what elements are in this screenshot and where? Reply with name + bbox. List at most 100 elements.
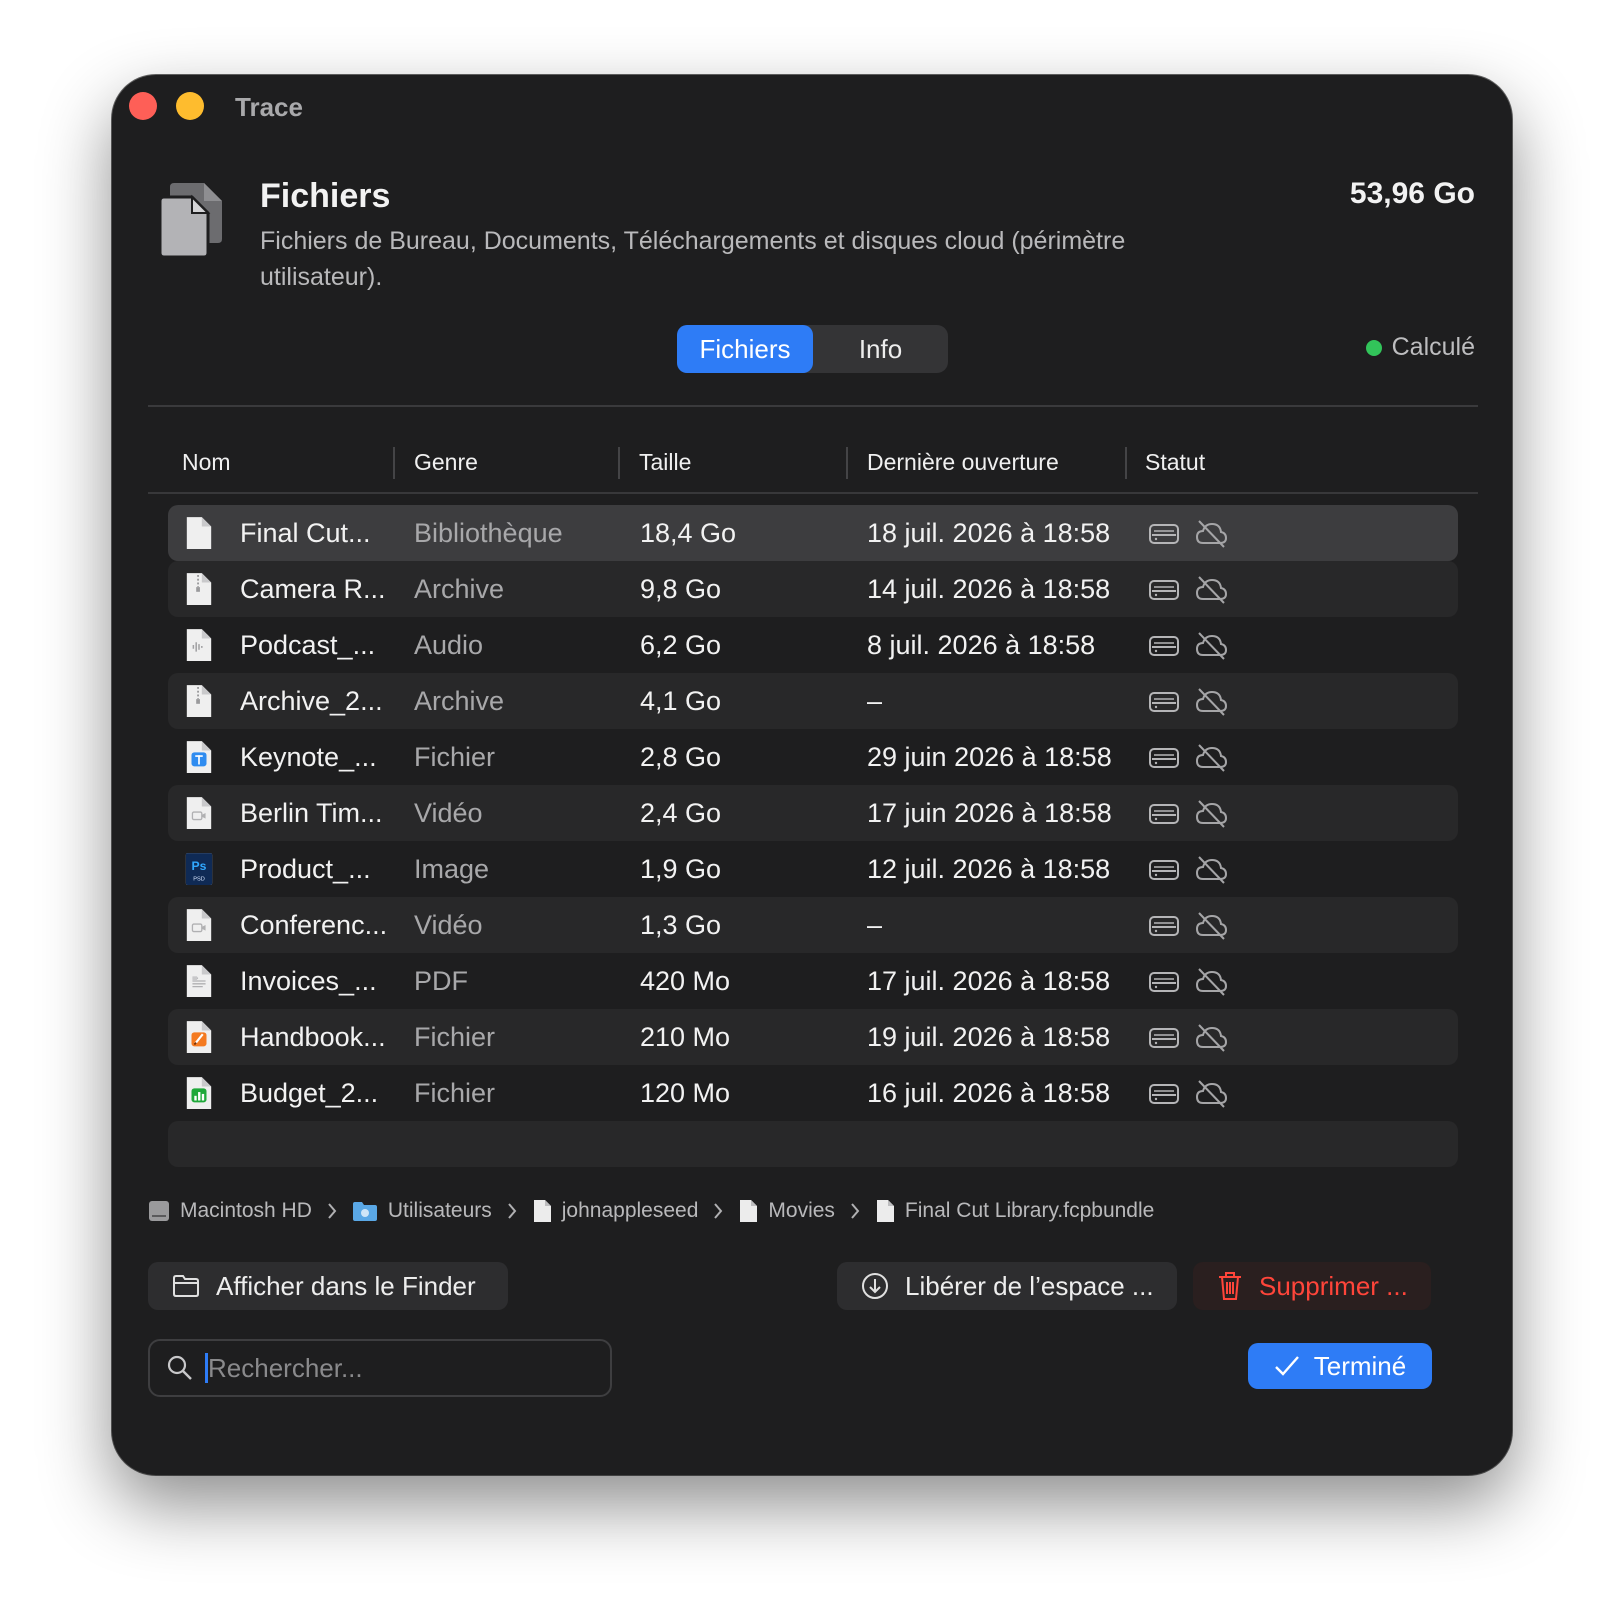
table-row[interactable]: Invoices_... PDF 420 Mo 17 juil. 2026 à 18:… [168,953,1458,1009]
file-name: Camera R... [240,574,386,604]
status-label: Calculé [1391,333,1475,361]
chevron-right-icon [851,1203,860,1219]
file-size: 18,4 Go [640,518,737,548]
file-name: Product_... [240,854,371,884]
total-size: 53,96 Go [1349,177,1475,210]
file-genre: Image [414,854,490,884]
table-row[interactable]: Camera R... Archive 9,8 Go 14 juil. 2026 à … [168,561,1458,617]
file-name: Archive_2... [240,686,383,716]
cloud-off-icon [1195,912,1228,940]
file-name: Podcast_... [240,630,376,660]
table-row[interactable]: Berlin Tim... Vidéo 2,4 Go 17 juin 2026 à 1… [168,785,1458,841]
title-bar: Trace [112,75,1512,139]
file-size: 210 Mo [640,1022,731,1052]
section-title: Fichiers [260,177,391,215]
column-header-statut[interactable]: Statut [1145,449,1205,476]
cloud-off-icon [1195,632,1228,660]
file-genre: Bibliothèque [414,518,563,548]
search-icon [167,1355,192,1380]
file-last-opened: 29 juin 2026 à 18:58 [867,742,1112,772]
cloud-off-icon [1195,688,1228,716]
file-genre: Fichier [414,742,496,772]
file-list: Final Cut... Bibliothèque 18,4 Go 18 juil. … [168,505,1458,1167]
column-separator[interactable] [393,447,395,479]
column-header-genre[interactable]: Genre [414,449,478,476]
psd-icon: Ps PSD [185,853,213,885]
file-last-opened: 18 juil. 2026 à 18:58 [867,518,1111,548]
cloud-off-icon [1195,856,1228,884]
tab-info[interactable]: Info [813,325,948,373]
show-in-finder-button[interactable]: Afficher dans le Finder [148,1262,508,1310]
column-separator[interactable] [618,447,620,479]
document-icon [186,517,212,549]
breadcrumb-label: Macintosh HD [180,1199,312,1222]
minimize-window-button[interactable] [176,92,204,120]
table-row[interactable]: Archive_2... Archive 4,1 Go – [168,673,1458,729]
document-icon [876,1200,894,1222]
table-row[interactable]: Ps PSD Product_... Image 1,9 Go 12 juil. 2026… [168,841,1458,897]
file-last-opened: 12 juil. 2026 à 18:58 [867,854,1111,884]
column-separator[interactable] [846,447,848,479]
local-disk-icon [1149,580,1179,600]
file-last-opened: 19 juil. 2026 à 18:58 [867,1022,1111,1052]
breadcrumb-item-final-cut-library[interactable]: Final Cut Library.fcpbundle [875,1199,1154,1223]
local-disk-icon [1149,636,1179,656]
file-size: 2,4 Go [640,798,722,828]
breadcrumb-item-johnappleseed[interactable]: johnappleseed [532,1199,698,1223]
column-header-taille[interactable]: Taille [639,449,691,476]
close-window-button[interactable] [129,92,157,120]
header-divider [148,405,1478,407]
file-size: 4,1 Go [640,686,722,716]
document-icon [533,1200,551,1222]
file-genre: Archive [414,574,505,604]
file-last-opened: 14 juil. 2026 à 18:58 [867,574,1111,604]
done-button[interactable]: Terminé [1248,1343,1432,1389]
breadcrumb-label: Final Cut Library.fcpbundle [904,1199,1155,1222]
free-space-button[interactable]: Libérer de l’espace ... [837,1262,1177,1310]
table-row[interactable]: Final Cut... Bibliothèque 18,4 Go 18 juil. … [168,505,1458,561]
local-disk-icon [1149,860,1179,880]
show-in-finder-label: Afficher dans le Finder [216,1270,476,1301]
folder-icon [173,1275,199,1297]
file-name: Conferenc... [240,910,388,940]
breadcrumb-item-movies[interactable]: Movies [738,1199,835,1223]
local-disk-icon [1149,1084,1179,1104]
table-row[interactable]: Conferenc... Vidéo 1,3 Go – [168,897,1458,953]
column-header-nom[interactable]: Nom [182,449,231,476]
video-file-icon [186,797,212,829]
file-last-opened: 16 juil. 2026 à 18:58 [867,1078,1111,1108]
local-disk-icon [1149,524,1179,544]
tab-fichiers[interactable]: Fichiers [677,325,813,373]
free-space-label: Libérer de l’espace ... [905,1270,1154,1301]
file-genre: PDF [414,966,468,996]
table-row[interactable]: Budget_2... Fichier 120 Mo 16 juil. 2026 à … [168,1065,1458,1121]
cloud-off-icon [1195,520,1228,548]
column-header-derniere-ouverture[interactable]: Dernière ouverture [867,449,1059,476]
file-genre: Audio [414,630,484,660]
view-segmented-control: Fichiers Info [677,325,948,373]
file-name: Keynote_... [240,742,377,772]
local-disk-icon [1149,804,1179,824]
search-field[interactable] [148,1339,612,1397]
delete-button[interactable]: Supprimer ... [1193,1262,1431,1310]
table-row[interactable]: Podcast_... Audio 6,2 Go 8 juil. 2026 à 18:… [168,617,1458,673]
video-file-icon [186,909,212,941]
local-disk-icon [1149,692,1179,712]
search-input[interactable] [206,1347,600,1389]
local-disk-icon [1149,748,1179,768]
app-window: Trace Fichiers 53,96 Go Fichiers de Bure… [112,75,1512,1475]
cloud-off-icon [1195,800,1228,828]
file-size: 6,2 Go [640,630,722,660]
file-name: Budget_2... [240,1078,379,1108]
trash-icon [1219,1272,1241,1300]
cloud-off-icon [1195,744,1228,772]
table-row[interactable]: Handbook... Fichier 210 Mo 19 juil. 2026 à … [168,1009,1458,1065]
table-row[interactable]: Keynote_... Fichier 2,8 Go 29 juin 2026 à 1… [168,729,1458,785]
local-disk-icon [1149,916,1179,936]
column-separator[interactable] [1125,447,1127,479]
breadcrumb-item-utilisateurs[interactable]: Utilisateurs [352,1199,492,1223]
breadcrumb-item-macintosh-hd[interactable]: Macintosh HD [148,1199,312,1223]
document-icon [740,1200,758,1222]
calculation-status: Calculé [1365,333,1475,362]
file-last-opened: 17 juin 2026 à 18:58 [867,798,1112,828]
